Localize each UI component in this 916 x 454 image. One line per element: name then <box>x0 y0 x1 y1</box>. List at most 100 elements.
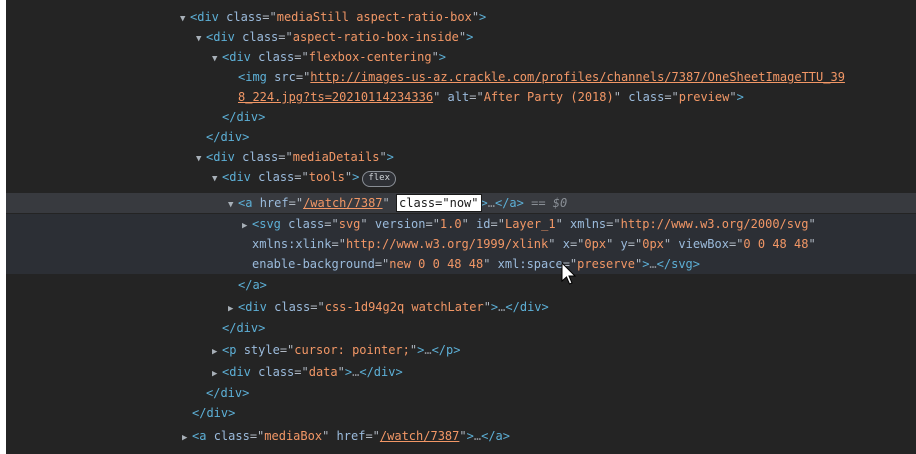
tree-node-close[interactable]: </div> <box>6 383 916 403</box>
expand-toggle-icon[interactable]: ▼ <box>196 149 206 169</box>
edit-attr-value: "now" <box>442 196 479 210</box>
flex-badge[interactable]: flex <box>362 171 397 187</box>
image-src-link[interactable]: 8_224.jpg?ts=20210114234336 <box>238 90 433 104</box>
attr-name[interactable]: href <box>337 429 366 443</box>
tree-node-tools[interactable]: ▼ <div class="tools"> flex <box>6 167 916 187</box>
attr-name[interactable]: class <box>242 30 278 44</box>
attr-value[interactable]: cursor: pointer; <box>294 343 410 357</box>
attr-value[interactable]: mediaBox <box>264 429 322 443</box>
attr-name[interactable]: enable-background <box>252 257 375 271</box>
attr-value[interactable]: 0 0 48 48 <box>743 237 808 251</box>
tree-node-svg[interactable]: ▶ <svg class="svg" version="1.0" id="Laye… <box>6 214 916 234</box>
mouse-cursor-icon <box>561 262 577 285</box>
tag-name: a <box>199 429 207 443</box>
collapsed-ellipsis[interactable]: … <box>649 257 656 271</box>
elements-tree[interactable]: ▼ <div class="mediaStill aspect-ratio-box… <box>6 0 916 454</box>
attr-name[interactable]: class <box>628 90 664 104</box>
tree-node-watch-link-selected[interactable]: ▼ <a href="/watch/7387" class="now" >…</a>… <box>6 193 916 213</box>
image-src-link[interactable]: http://images-us-az.crackle.com/profiles… <box>310 70 845 84</box>
tree-node-img-continued[interactable]: 8_224.jpg?ts=20210114234336" alt="After … <box>6 87 916 107</box>
attribute-edit-field[interactable]: class="now" <box>396 194 482 212</box>
closing-tag: </div> <box>505 300 549 314</box>
collapsed-ellipsis[interactable]: … <box>488 196 495 210</box>
tag-name: div <box>213 30 235 44</box>
attr-name[interactable]: x <box>563 237 570 251</box>
tree-node-paragraph[interactable]: ▶ <p style="cursor: pointer;">…</p> <box>6 340 916 360</box>
attr-value[interactable]: preview <box>679 90 730 104</box>
expand-toggle-icon[interactable]: ▼ <box>180 9 190 29</box>
attr-name[interactable]: class <box>214 429 250 443</box>
attr-name[interactable]: style <box>244 343 280 357</box>
console-reference: $0 <box>552 196 568 210</box>
attr-value[interactable]: Layer_1 <box>505 217 556 231</box>
href-link[interactable]: /watch/7387 <box>380 429 459 443</box>
attr-name[interactable]: class <box>226 10 262 24</box>
attr-value[interactable]: 1.0 <box>440 217 462 231</box>
tree-node-watch-later[interactable]: ▶ <div class="css-1d94g2q watchLater">…</… <box>6 297 916 317</box>
collapsed-ellipsis[interactable]: … <box>424 343 431 357</box>
tag-name: div <box>213 150 235 164</box>
expand-toggle-icon[interactable]: ▼ <box>212 49 222 69</box>
attr-value[interactable]: svg <box>339 217 361 231</box>
attr-value[interactable]: new 0 0 48 48 <box>389 257 483 271</box>
expand-toggle-icon[interactable]: ▼ <box>228 195 238 215</box>
tree-node-media-details[interactable]: ▼ <div class="mediaDetails"> <box>6 147 916 167</box>
attr-value[interactable]: aspect-ratio-box-inside <box>293 30 459 44</box>
collapsed-ellipsis[interactable]: … <box>474 429 481 443</box>
attr-name[interactable]: version <box>375 217 426 231</box>
tree-node-close[interactable]: </div> <box>6 318 916 338</box>
tag-name: div <box>245 300 267 314</box>
attr-value[interactable]: http://www.w3.org/1999/xlink <box>346 237 548 251</box>
attr-name[interactable]: xml:space <box>498 257 563 271</box>
expand-toggle-icon[interactable]: ▼ <box>212 169 222 189</box>
href-link[interactable]: /watch/7387 <box>303 196 382 210</box>
attr-value[interactable]: tools <box>309 170 345 184</box>
attr-value[interactable]: css-1d94g2q watchLater <box>325 300 484 314</box>
attr-name[interactable]: href <box>260 196 289 210</box>
tree-node-svg-continued[interactable]: xmlns:xlink="http://www.w3.org/1999/xlin… <box>6 234 916 254</box>
attr-name[interactable]: src <box>274 70 296 84</box>
attr-value[interactable]: mediaStill aspect-ratio-box <box>277 10 472 24</box>
tag-name: a <box>245 196 253 210</box>
tree-node-close[interactable]: </div> <box>6 107 916 127</box>
attr-name[interactable]: class <box>258 170 294 184</box>
attr-name[interactable]: class <box>274 300 310 314</box>
tree-node-close[interactable]: </div> <box>6 403 916 423</box>
tree-node-aspect-inside[interactable]: ▼ <div class="aspect-ratio-box-inside"> <box>6 27 916 47</box>
expand-toggle-icon[interactable]: ▼ <box>196 29 206 49</box>
attr-value[interactable]: data <box>309 365 338 379</box>
collapse-toggle-icon[interactable]: ▶ <box>182 428 192 448</box>
tree-node-media-box[interactable]: ▶ <a class="mediaBox" href="/watch/7387">… <box>6 426 916 446</box>
attr-name[interactable]: alt <box>448 90 470 104</box>
tree-node-mediastill[interactable]: ▼ <div class="mediaStill aspect-ratio-box… <box>6 7 916 27</box>
attr-name[interactable]: viewBox <box>678 237 729 251</box>
attr-value[interactable]: 0px <box>584 237 606 251</box>
tree-node-data[interactable]: ▶ <div class="data">…</div> <box>6 362 916 382</box>
tree-node-img[interactable]: <img src="http://images-us-az.crackle.co… <box>6 67 916 87</box>
attr-value[interactable]: 0px <box>642 237 664 251</box>
closing-tag: </a> <box>494 196 524 210</box>
tree-node-close[interactable]: </a> <box>6 275 916 295</box>
collapse-toggle-icon[interactable]: ▶ <box>212 364 222 384</box>
attr-name[interactable]: class <box>288 217 324 231</box>
attr-value[interactable]: mediaDetails <box>293 150 380 164</box>
tag-name: div <box>229 170 251 184</box>
collapse-toggle-icon[interactable]: ▶ <box>212 342 222 362</box>
attr-value[interactable]: preserve <box>577 257 635 271</box>
attr-name[interactable]: class <box>258 50 294 64</box>
attr-value[interactable]: http://www.w3.org/2000/svg <box>621 217 809 231</box>
attr-value[interactable]: After Party (2018) <box>484 90 614 104</box>
tree-node-flexbox-centering[interactable]: ▼ <div class="flexbox-centering"> <box>6 47 916 67</box>
tree-node-svg-continued[interactable]: enable-background="new 0 0 48 48" xml:sp… <box>6 254 916 274</box>
tree-node-close[interactable]: </div> <box>6 127 916 147</box>
attr-name[interactable]: xmlns:xlink <box>252 237 331 251</box>
attr-name[interactable]: class <box>242 150 278 164</box>
attr-name[interactable]: class <box>258 365 294 379</box>
attr-value[interactable]: flexbox-centering <box>309 50 432 64</box>
attr-name[interactable]: y <box>621 237 628 251</box>
collapse-toggle-icon[interactable]: ▶ <box>228 299 238 319</box>
attr-name[interactable]: xmlns <box>570 217 606 231</box>
attr-name[interactable]: id <box>476 217 490 231</box>
collapse-toggle-icon[interactable]: ▶ <box>242 216 252 236</box>
closing-tag: </p> <box>431 343 461 357</box>
